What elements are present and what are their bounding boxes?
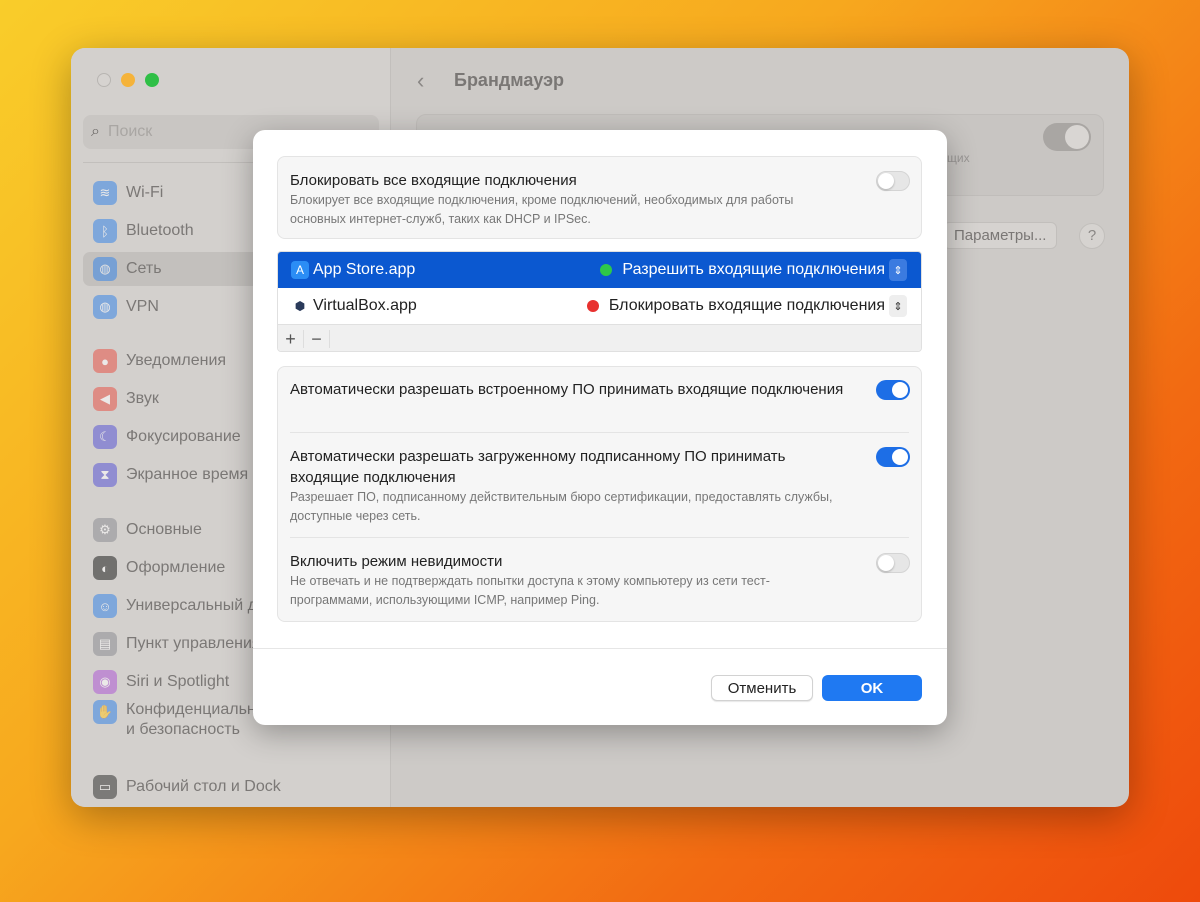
moon-icon: ☾ xyxy=(93,425,117,449)
sidebar-item-label: Сеть xyxy=(126,260,162,277)
table-row[interactable]: ⬢ VirtualBox.app Блокировать входящие по… xyxy=(278,288,921,324)
block-all-card: Блокировать все входящие подключения Бло… xyxy=(277,156,922,239)
option-signed-toggle[interactable] xyxy=(876,447,910,467)
option-stealth-toggle[interactable] xyxy=(876,553,910,573)
sidebar-item-label: Конфиденциальность и безопасность xyxy=(126,701,289,738)
rule-label: Разрешить входящие подключения xyxy=(622,261,885,278)
divider xyxy=(253,648,947,649)
option-builtin-title: Автоматически разрешать встроенному ПО п… xyxy=(290,381,844,398)
page-title: Брандмауэр xyxy=(454,70,565,90)
sidebar-item-label: Wi-Fi xyxy=(126,184,164,201)
sidebar-item-label: Основные xyxy=(126,521,202,538)
table-row[interactable]: A App Store.app Разрешить входящие подкл… xyxy=(278,252,921,288)
rule-select[interactable]: Разрешить входящие подключения ⇕ xyxy=(600,259,907,281)
back-chevron-icon[interactable]: ‹ xyxy=(417,68,424,94)
divider xyxy=(290,537,909,538)
firewall-card-text: щих xyxy=(947,151,970,165)
sidebar-item-label: Оформление xyxy=(126,559,226,576)
control-center-icon: ▤ xyxy=(93,632,117,656)
wifi-icon: ≋ xyxy=(93,181,117,205)
siri-icon: ◉ xyxy=(93,670,117,694)
sidebar-item-label: Рабочий стол и Dock xyxy=(126,778,281,795)
close-button[interactable] xyxy=(97,73,111,87)
option-signed-desc: Разрешает ПО, подписанному действительны… xyxy=(290,490,833,523)
cancel-button[interactable]: Отменить xyxy=(711,675,813,701)
ok-button[interactable]: OK xyxy=(822,675,922,701)
option-builtin-toggle[interactable] xyxy=(876,380,910,400)
options-card: Автоматически разрешать встроенному ПО п… xyxy=(277,366,922,622)
accessibility-icon: ☺ xyxy=(93,594,117,618)
zoom-button[interactable] xyxy=(145,73,159,87)
block-all-toggle[interactable] xyxy=(876,171,910,191)
sidebar-item-label: Уведомления xyxy=(126,352,227,369)
traffic-lights xyxy=(97,73,159,87)
chevron-updown-icon: ⇕ xyxy=(889,295,907,317)
block-all-title: Блокировать все входящие подключения xyxy=(290,172,577,189)
sidebar-item-label: Фокусирование xyxy=(126,428,241,445)
minimize-button[interactable] xyxy=(121,73,135,87)
speaker-icon: ◀ xyxy=(93,387,117,411)
chevron-updown-icon: ⇕ xyxy=(889,259,907,281)
firewall-toggle[interactable] xyxy=(1043,123,1091,151)
globe-icon: ◍ xyxy=(93,257,117,281)
table-footer: + − xyxy=(278,324,921,351)
sidebar-item-label: Экранное время xyxy=(126,466,249,483)
sidebar-item-label: Siri и Spotlight xyxy=(126,673,230,690)
status-dot-green-icon xyxy=(600,264,613,276)
sidebar-item-label: VPN xyxy=(126,298,159,315)
sidebar-item-label: Пункт управления xyxy=(126,635,261,652)
app-name: VirtualBox.app xyxy=(313,297,417,314)
hourglass-icon: ⧗ xyxy=(93,463,117,487)
hand-icon: ✋ xyxy=(93,700,117,724)
block-all-desc: Блокирует все входящие подключения, кром… xyxy=(290,193,794,226)
help-button[interactable]: ? xyxy=(1079,223,1105,249)
search-icon: ⌕ xyxy=(91,123,100,140)
virtualbox-icon: ⬢ xyxy=(294,299,306,313)
gear-icon: ⚙ xyxy=(93,518,117,542)
remove-button[interactable]: − xyxy=(304,330,330,348)
status-dot-red-icon xyxy=(586,300,599,312)
app-name: App Store.app xyxy=(313,261,416,278)
sidebar-item[interactable]: ▭ Рабочий стол и Dock xyxy=(83,770,383,804)
params-button[interactable]: Параметры... xyxy=(943,222,1058,249)
search-placeholder: Поиск xyxy=(107,123,153,140)
sidebar-item-label: Звук xyxy=(126,390,159,407)
globe-icon: ◍ xyxy=(93,295,117,319)
bell-icon: ● xyxy=(93,349,117,373)
sidebar-item-label: Bluetooth xyxy=(126,222,194,239)
option-stealth-title: Включить режим невидимости xyxy=(290,553,503,570)
option-stealth-desc: Не отвечать и не подтверждать попытки до… xyxy=(290,574,770,607)
option-signed-title: Автоматически разрешать загруженному под… xyxy=(290,448,786,486)
bluetooth-icon: ᛒ xyxy=(93,219,117,243)
app-store-icon: A xyxy=(291,261,309,279)
dock-icon: ▭ xyxy=(93,775,117,799)
rule-label: Блокировать входящие подключения xyxy=(608,297,885,314)
add-button[interactable]: + xyxy=(278,330,304,348)
divider xyxy=(290,432,909,433)
firewall-options-dialog: Блокировать все входящие подключения Бло… xyxy=(253,130,947,725)
appearance-icon: ◐ xyxy=(93,556,117,580)
app-rules-table: A App Store.app Разрешить входящие подкл… xyxy=(277,251,922,352)
rule-select[interactable]: Блокировать входящие подключения ⇕ xyxy=(586,295,907,317)
